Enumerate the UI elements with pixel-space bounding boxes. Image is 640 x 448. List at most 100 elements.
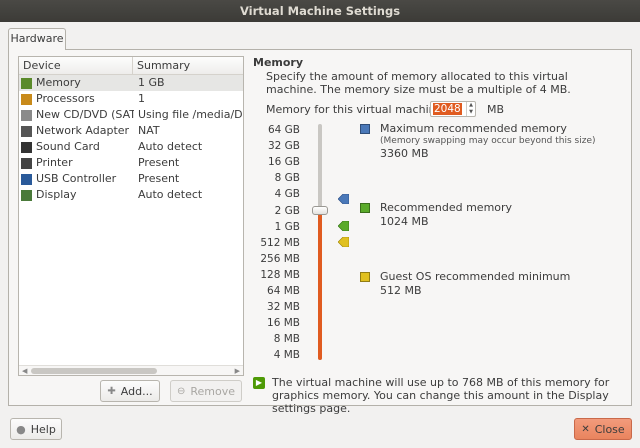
device-row[interactable]: USB Controller Present [19,171,243,187]
memory-description: Specify the amount of memory allocated t… [266,70,571,96]
printer-icon [21,157,32,169]
display-icon [21,189,32,201]
remove-label: Remove [190,384,236,398]
device-name-cell: Display [19,187,134,203]
device-list[interactable]: Device Summary Memory 1 GB Processors 1 New … [18,56,244,376]
device-name: Processors [36,92,95,105]
help-label: Help [30,422,56,436]
guest-minimum-marker-icon [338,237,349,247]
device-summary: Present [137,156,180,169]
close-icon: ✕ [581,423,590,435]
device-summary: NAT [137,124,160,137]
max-recommended-marker-icon [338,194,349,204]
help-button[interactable]: ● Help [10,418,62,440]
device-row[interactable]: Sound Card Auto detect [19,139,243,155]
scale-tick-label: 512 MB [260,236,300,249]
scale-tick-label: 1 GB [274,220,300,233]
scale-tick-label: 16 GB [267,156,300,169]
recommended-legend-icon [360,203,370,213]
cpu-icon [21,93,32,105]
close-label: Close [594,422,625,436]
device-name-cell: Network Adapter [19,123,134,139]
device-name-cell: Processors [19,91,134,107]
guest-minimum-value: 512 MB [380,284,422,297]
device-name-cell: Sound Card [19,139,134,155]
usb-icon [21,173,32,185]
device-name-cell: Memory [19,75,134,91]
scroll-right-icon[interactable]: ▶ [235,366,240,375]
add-icon: ✚ [107,385,116,397]
column-header-device[interactable]: Device [19,57,133,74]
scale-tick-label: 16 MB [267,317,300,330]
scale-tick-label: 8 MB [273,333,300,346]
scroll-left-icon[interactable]: ◀ [22,366,27,375]
speaker-icon [21,141,32,153]
device-name: Sound Card [36,140,100,153]
device-name: Network Adapter [36,124,130,137]
graphics-memory-info: The virtual machine will use up to 768 M… [272,376,610,415]
memory-section-title: Memory [253,56,304,69]
device-name: Printer [36,156,73,169]
device-list-scrollbar[interactable]: ◀ ▶ [19,365,243,375]
cd-icon [21,109,32,121]
max-recommended-note: (Memory swapping may occur beyond this s… [380,136,596,146]
add-label: Add... [120,384,153,398]
recommended-title: Recommended memory [380,201,513,214]
device-name: USB Controller [36,172,117,185]
recommended-value: 1024 MB [380,215,429,228]
close-button[interactable]: ✕ Close [574,418,632,440]
scale-tick-label: 2 GB [274,204,300,217]
device-name: Memory [36,76,81,89]
device-row[interactable]: Network Adapter NAT [19,123,243,139]
device-row[interactable]: Printer Present [19,155,243,171]
memory-spinbox[interactable]: 2048 ▲ ▼ [430,101,476,117]
device-row[interactable]: New CD/DVD (SATA)Using file /media/Dade [19,107,243,123]
memory-icon [21,77,32,89]
max-recommended-value: 3360 MB [380,147,429,160]
scale-tick-label: 32 GB [267,140,300,153]
memory-field-label: Memory for this virtual machine: [266,103,447,116]
scale-tick-label: 32 MB [267,301,300,314]
scale-tick-label: 8 GB [274,172,300,185]
device-list-header: Device Summary [19,57,243,75]
guest-minimum-title: Guest OS recommended minimum [380,270,571,283]
memory-slider-fill [318,209,322,360]
memory-unit: MB [487,103,505,116]
device-summary: Auto detect [137,140,203,153]
device-name-cell: New CD/DVD (SATA) [19,107,134,123]
network-icon [21,125,32,137]
device-name: New CD/DVD (SATA) [36,108,134,121]
device-summary: Using file /media/Dade [137,108,243,121]
device-name-cell: Printer [19,155,134,171]
add-device-button[interactable]: ✚ Add... [100,380,160,402]
device-summary: 1 [137,92,145,105]
max-recommended-title: Maximum recommended memory [380,122,567,135]
help-icon: ● [16,422,26,436]
scrollbar-thumb[interactable] [31,368,157,374]
device-summary: 1 GB [137,76,165,89]
remove-device-button[interactable]: ⊖ Remove [170,380,242,402]
tab-hardware[interactable]: Hardware [8,28,66,50]
max-recommended-legend-icon [360,124,370,134]
spin-arrows-icon[interactable]: ▲ ▼ [466,102,475,116]
device-name: Display [36,188,77,201]
device-row[interactable]: Display Auto detect [19,187,243,203]
display-info-icon: ▶ [253,377,265,389]
scale-tick-label: 64 GB [267,124,300,136]
scale-tick-label: 256 MB [260,252,300,265]
device-name-cell: USB Controller [19,171,134,187]
remove-icon: ⊖ [176,385,186,397]
scale-tick-label: 4 MB [273,349,300,362]
memory-value[interactable]: 2048 [433,103,462,115]
column-header-summary[interactable]: Summary [133,57,190,74]
device-row[interactable]: Processors 1 [19,91,243,107]
recommended-marker-icon [338,221,349,231]
scale-tick-label: 64 MB [267,285,300,297]
scale-tick-label: 4 GB [274,188,300,201]
guest-minimum-legend-icon [360,272,370,282]
device-summary: Present [137,172,180,185]
device-row[interactable]: Memory 1 GB [19,75,243,91]
window-title: Virtual Machine Settings [0,0,640,22]
scale-tick-label: 128 MB [260,268,300,281]
memory-slider-handle[interactable] [312,205,328,215]
